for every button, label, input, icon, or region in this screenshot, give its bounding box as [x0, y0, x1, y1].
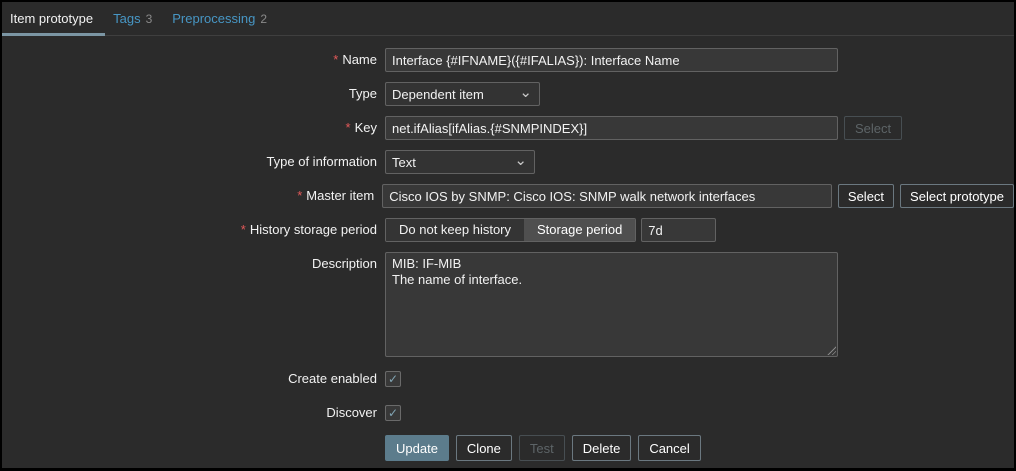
key-input[interactable] [385, 116, 838, 140]
description-textarea-wrap: MIB: IF-MIB The name of interface. [385, 252, 838, 357]
history-storage-period-radio-group: Do not keep history Storage period [385, 218, 637, 242]
chevron-down-icon: ⌄ [514, 152, 527, 169]
key-select-button[interactable]: Select [844, 116, 903, 140]
tab-tags-count-badge: 3 [145, 11, 153, 26]
tab-tags-label: Tags [113, 11, 141, 26]
type-select-value: Dependent item [392, 86, 484, 102]
description-textarea[interactable]: MIB: IF-MIB The name of interface. [385, 252, 838, 357]
required-marker: * [333, 52, 339, 67]
item-prototype-form: *Name Type Dependent item ⌄ *Key Select [2, 36, 1014, 461]
type-of-information-select[interactable]: Text ⌄ [385, 150, 535, 174]
tab-preprocessing[interactable]: Preprocessing 2 [164, 2, 279, 35]
type-select[interactable]: Dependent item ⌄ [385, 82, 540, 106]
master-item-row: *Master item Select Select prototype [2, 184, 1014, 208]
checkmark-icon: ✓ [387, 372, 399, 386]
radio-do-not-keep-history[interactable]: Do not keep history [386, 219, 525, 241]
radio-storage-period[interactable]: Storage period [524, 219, 636, 241]
required-marker: * [297, 188, 303, 203]
master-item-input[interactable] [382, 184, 832, 208]
description-label: Description [311, 256, 377, 271]
discover-row: Discover ✓ [2, 401, 1014, 425]
history-storage-period-label: * History storage period [240, 222, 377, 237]
tab-preprocessing-count-badge: 2 [260, 11, 268, 26]
tab-tags[interactable]: Tags 3 [105, 2, 164, 35]
item-prototype-window: Item prototype Tags 3 Preprocessing 2 * N… [0, 0, 1016, 471]
delete-button[interactable]: Delete [571, 435, 632, 461]
discover-label: Discover [326, 405, 377, 420]
tab-preprocessing-label: Preprocessing [172, 11, 256, 26]
history-storage-period-row: * History storage period Do not keep hist… [2, 218, 1014, 242]
form-footer: Update Clone Test Delete Cancel [2, 435, 1014, 461]
clone-button[interactable]: Clone [455, 435, 512, 461]
create-enabled-checkbox[interactable]: ✓ [385, 371, 401, 387]
type-row: Type Dependent item ⌄ [2, 82, 1014, 106]
update-button[interactable]: Update [385, 435, 449, 461]
type-label: Type [348, 86, 377, 101]
test-button[interactable]: Test [518, 435, 565, 461]
tab-item-prototype[interactable]: Item prototype [2, 2, 106, 36]
key-label: * Key [345, 120, 377, 135]
create-enabled-row: Create enabled ✓ [2, 367, 1014, 391]
description-row: Description MIB: IF-MIB The name of inte… [2, 252, 1014, 357]
name-row: * Name [2, 48, 1014, 72]
required-marker: * [345, 120, 351, 135]
discover-checkbox[interactable]: ✓ [385, 405, 401, 421]
create-enabled-label: Create enabled [288, 371, 377, 386]
tab-item-prototype-label: Item prototype [10, 11, 94, 26]
master-item-label: * Master item [297, 188, 375, 203]
chevron-down-icon: ⌄ [519, 84, 532, 101]
checkmark-icon: ✓ [387, 406, 399, 420]
required-marker: * [240, 222, 246, 237]
history-storage-period-input[interactable] [641, 218, 717, 242]
name-label: * Name [333, 52, 377, 67]
type-of-information-label: Type of information [266, 154, 377, 169]
type-of-information-row: Type of information Text ⌄ [2, 150, 1014, 174]
master-item-select-prototype-button[interactable]: Select prototype [900, 184, 1014, 208]
key-row: *Key Select [2, 116, 1014, 140]
cancel-button[interactable]: Cancel [638, 435, 701, 461]
name-input[interactable] [385, 48, 838, 72]
type-of-information-select-value: Text [392, 154, 416, 170]
master-item-select-button[interactable]: Select [837, 184, 895, 208]
tab-bar: Item prototype Tags 3 Preprocessing 2 [2, 2, 1014, 36]
